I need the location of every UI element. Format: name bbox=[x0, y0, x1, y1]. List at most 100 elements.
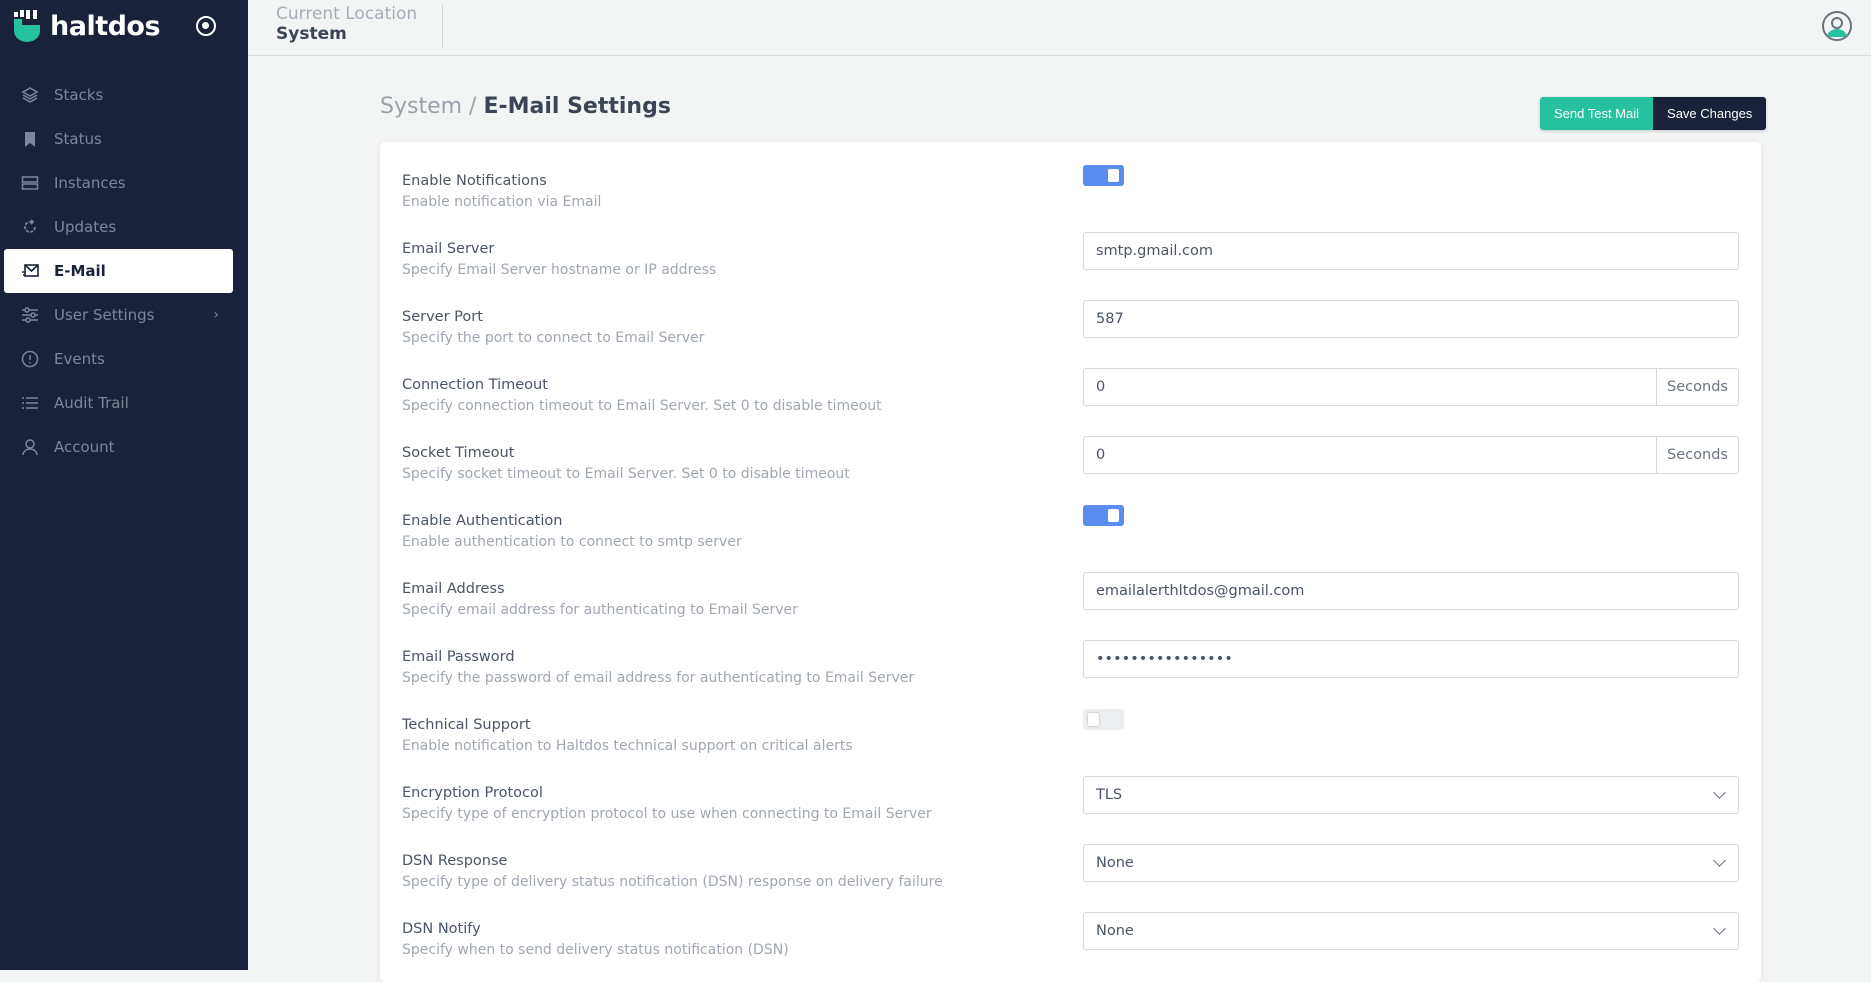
input-value: •••••••••••••••• bbox=[1096, 651, 1233, 667]
setting-description: Specify when to send delivery status not… bbox=[402, 942, 789, 958]
location-value: System bbox=[276, 24, 347, 44]
setting-row-dsn-response: DSN Response Specify type of delivery sta… bbox=[380, 844, 1761, 912]
sidebar-item-events[interactable]: Events bbox=[4, 337, 233, 381]
setting-label: DSN Notify bbox=[402, 921, 481, 937]
sliders-icon bbox=[20, 305, 40, 325]
sidebar-item-label: E-Mail bbox=[54, 262, 106, 280]
setting-description: Specify type of encryption protocol to u… bbox=[402, 806, 932, 822]
send-test-mail-button[interactable]: Send Test Mail bbox=[1540, 97, 1654, 130]
setting-row-connection-timeout: Connection Timeout Specify connection tim… bbox=[380, 368, 1761, 436]
input-value: emailalerthltdos@gmail.com bbox=[1096, 583, 1305, 599]
sidebar-item-label: Updates bbox=[54, 218, 117, 236]
select-value: None bbox=[1096, 855, 1134, 871]
user-icon bbox=[20, 437, 40, 457]
logo[interactable]: haltdos bbox=[12, 10, 161, 42]
email-password-input[interactable]: •••••••••••••••• bbox=[1083, 640, 1739, 678]
location-label: Current Location bbox=[276, 4, 418, 24]
mail-icon bbox=[20, 261, 40, 281]
breadcrumb-parent[interactable]: System / bbox=[380, 94, 476, 119]
list-icon bbox=[20, 393, 40, 413]
setting-label: Technical Support bbox=[402, 717, 531, 733]
logo-text: haltdos bbox=[50, 10, 161, 42]
setting-row-enable-authentication: Enable Authentication Enable authenticati… bbox=[380, 504, 1761, 572]
setting-row-technical-support: Technical Support Enable notification to … bbox=[380, 708, 1761, 776]
select-value: None bbox=[1096, 923, 1134, 939]
breadcrumb: System / E-Mail Settings bbox=[380, 94, 671, 119]
bookmark-icon bbox=[20, 129, 40, 149]
enable-authentication-toggle[interactable] bbox=[1083, 505, 1124, 526]
setting-description: Specify type of delivery status notifica… bbox=[402, 874, 943, 890]
sidebar-item-user-settings[interactable]: User Settings › bbox=[4, 293, 233, 337]
alert-circle-icon bbox=[20, 349, 40, 369]
sidebar-item-stacks[interactable]: Stacks bbox=[4, 73, 233, 117]
logo-icon bbox=[14, 10, 40, 42]
setting-row-email-address: Email Address Specify email address for a… bbox=[380, 572, 1761, 640]
setting-label: Server Port bbox=[402, 309, 483, 325]
target-icon[interactable] bbox=[196, 16, 216, 36]
setting-row-enable-notifications: Enable Notifications Enable notification … bbox=[380, 164, 1761, 232]
setting-label: Encryption Protocol bbox=[402, 785, 543, 801]
sidebar-item-label: Status bbox=[54, 130, 102, 148]
select-value: TLS bbox=[1096, 787, 1123, 803]
setting-label: Email Address bbox=[402, 581, 505, 597]
setting-description: Specify the password of email address fo… bbox=[402, 670, 915, 686]
setting-label: Email Password bbox=[402, 649, 515, 665]
setting-row-server-port: Server Port Specify the port to connect t… bbox=[380, 300, 1761, 368]
setting-row-socket-timeout: Socket Timeout Specify socket timeout to … bbox=[380, 436, 1761, 504]
setting-label: Enable Notifications bbox=[402, 173, 547, 189]
sidebar-item-label: Audit Trail bbox=[54, 394, 129, 412]
unit-label: Seconds bbox=[1656, 369, 1738, 405]
layers-icon bbox=[20, 85, 40, 105]
sidebar-item-label: User Settings bbox=[54, 306, 155, 324]
server-port-input[interactable]: 587 bbox=[1083, 300, 1739, 338]
user-avatar-icon[interactable] bbox=[1822, 11, 1852, 41]
sidebar-item-audit-trail[interactable]: Audit Trail bbox=[4, 381, 233, 425]
header: Current Location System bbox=[248, 0, 1871, 56]
setting-row-email-server: Email Server Specify Email Server hostnam… bbox=[380, 232, 1761, 300]
sidebar-item-updates[interactable]: Updates bbox=[4, 205, 233, 249]
sidebar-item-label: Instances bbox=[54, 174, 126, 192]
settings-card: Enable Notifications Enable notification … bbox=[380, 142, 1761, 982]
enable-notifications-toggle[interactable] bbox=[1083, 165, 1124, 186]
setting-description: Specify email address for authenticating… bbox=[402, 602, 798, 618]
sidebar-item-account[interactable]: Account bbox=[4, 425, 233, 469]
chevron-right-icon: › bbox=[213, 307, 219, 323]
refresh-icon bbox=[20, 217, 40, 237]
setting-label: Socket Timeout bbox=[402, 445, 515, 461]
technical-support-toggle[interactable] bbox=[1083, 709, 1124, 730]
sidebar-item-e-mail[interactable]: E-Mail bbox=[4, 249, 233, 293]
input-value: 0 bbox=[1096, 379, 1106, 395]
setting-description: Specify Email Server hostname or IP addr… bbox=[402, 262, 717, 278]
sidebar-item-label: Events bbox=[54, 350, 105, 368]
sidebar-nav: Stacks Status Instances Updates E-Mail User S… bbox=[4, 73, 233, 469]
dsn-response-select[interactable]: None bbox=[1083, 844, 1739, 882]
setting-row-email-password: Email Password Specify the password of em… bbox=[380, 640, 1761, 708]
input-value: smtp.gmail.com bbox=[1096, 243, 1214, 259]
setting-description: Enable notification via Email bbox=[402, 194, 602, 210]
sidebar-item-label: Stacks bbox=[54, 86, 104, 104]
current-location: Current Location System bbox=[276, 4, 444, 48]
save-changes-button[interactable]: Save Changes bbox=[1653, 97, 1767, 130]
connection-timeout-input[interactable]: 0 Seconds bbox=[1083, 368, 1739, 406]
email-server-input[interactable]: smtp.gmail.com bbox=[1083, 232, 1739, 270]
encryption-protocol-select[interactable]: TLS bbox=[1083, 776, 1739, 814]
setting-label: Enable Authentication bbox=[402, 513, 563, 529]
socket-timeout-input[interactable]: 0 Seconds bbox=[1083, 436, 1739, 474]
server-icon bbox=[20, 173, 40, 193]
input-value: 587 bbox=[1096, 311, 1124, 327]
setting-row-encryption-protocol: Encryption Protocol Specify type of encry… bbox=[380, 776, 1761, 844]
sidebar-item-status[interactable]: Status bbox=[4, 117, 233, 161]
setting-description: Specify connection timeout to Email Serv… bbox=[402, 398, 882, 414]
dsn-notify-select[interactable]: None bbox=[1083, 912, 1739, 950]
sidebar-item-instances[interactable]: Instances bbox=[4, 161, 233, 205]
sidebar: haltdos Stacks Status Instances Updates E-Ma… bbox=[0, 0, 248, 970]
setting-description: Enable authentication to connect to smtp… bbox=[402, 534, 742, 550]
unit-label: Seconds bbox=[1656, 437, 1738, 473]
setting-description: Enable notification to Haltdos technical… bbox=[402, 738, 853, 754]
setting-description: Specify the port to connect to Email Ser… bbox=[402, 330, 705, 346]
setting-label: Email Server bbox=[402, 241, 495, 257]
input-value: 0 bbox=[1096, 447, 1106, 463]
email-address-input[interactable]: emailalerthltdos@gmail.com bbox=[1083, 572, 1739, 610]
page-title: E-Mail Settings bbox=[483, 94, 671, 119]
setting-description: Specify socket timeout to Email Server. … bbox=[402, 466, 850, 482]
